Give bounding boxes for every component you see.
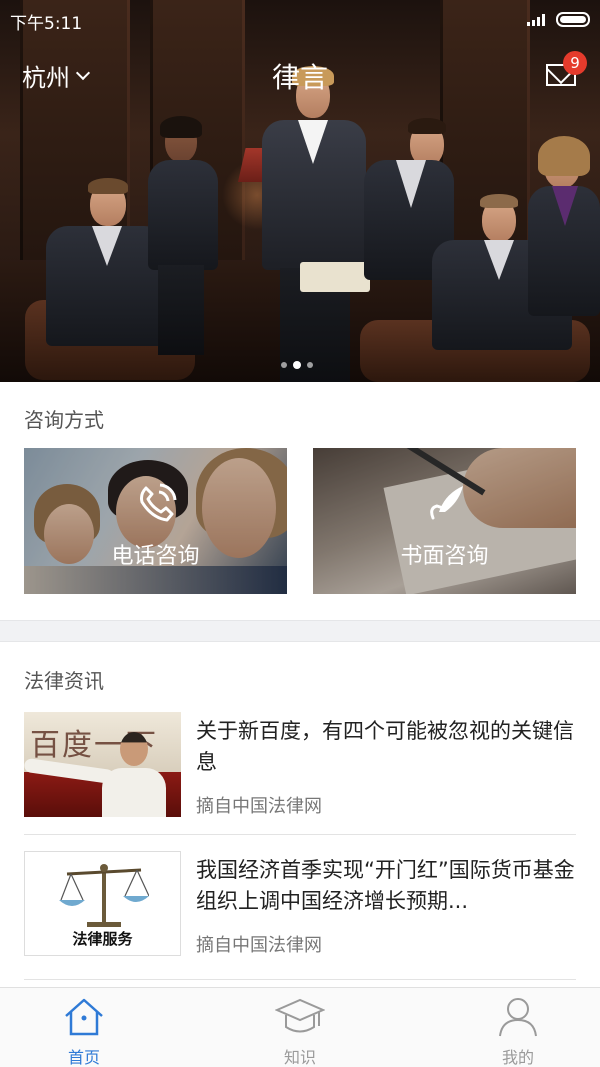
carousel-dot-active [293,361,301,369]
bottom-tab-bar: 首页 知识 我的 [0,987,600,1067]
phone-consult-card[interactable]: 电话咨询 [24,448,287,594]
phone-icon [140,483,177,522]
news-thumbnail: 百度一下 [24,712,181,817]
tab-mine-label: 我的 [501,1048,534,1067]
consult-section-title: 咨询方式 [24,408,104,432]
status-time: 下午5:11 [10,14,83,34]
written-consult-label: 书面咨询 [400,544,489,569]
tab-knowledge[interactable]: 知识 [240,996,360,1067]
news-item[interactable]: 百度一下 关于新百度，有四个可能被忽视的关键信息 摘自中国法律网 [24,712,576,818]
feather-pen-icon [430,486,463,520]
app-title: 律言 [271,61,328,94]
tab-mine[interactable]: 我的 [458,996,578,1067]
signal-icon [527,14,545,26]
tab-home[interactable]: 首页 [24,996,144,1067]
news-title: 关于新百度，有四个可能被忽视的关键信息 [196,719,574,774]
news-title: 我国经济首季实现“开门红”国际货币基金组织上调中国经济增长预期... [196,858,575,913]
section-divider [0,620,600,642]
scales-of-justice-icon [59,864,149,927]
news-section-title: 法律资讯 [24,669,104,693]
tab-knowledge-label: 知识 [283,1048,316,1067]
news-item[interactable]: 法律服务 我国经济首季实现“开门红”国际货币基金组织上调中国经济增长预期... … [24,851,576,957]
carousel-indicator [281,361,313,369]
home-icon [65,998,103,1036]
user-icon [499,998,537,1037]
hero-banner[interactable]: 下午5:11 杭州 律言 9 [0,0,600,382]
battery-icon [556,12,590,27]
phone-consult-label: 电话咨询 [111,544,200,569]
carousel-dot [307,362,313,368]
thumbnail-caption: 法律服务 [72,930,133,948]
list-separator [24,834,576,835]
unread-badge: 9 [563,51,587,75]
news-source: 摘自中国法律网 [196,935,322,956]
carousel-dot [281,362,287,368]
tab-home-label: 首页 [67,1048,100,1067]
list-separator [24,979,576,980]
graduation-cap-icon [275,998,325,1033]
news-source: 摘自中国法律网 [196,796,322,817]
written-consult-card[interactable]: 书面咨询 [313,448,576,594]
news-thumbnail: 法律服务 [24,851,181,956]
status-bar: 下午5:11 [0,0,600,40]
